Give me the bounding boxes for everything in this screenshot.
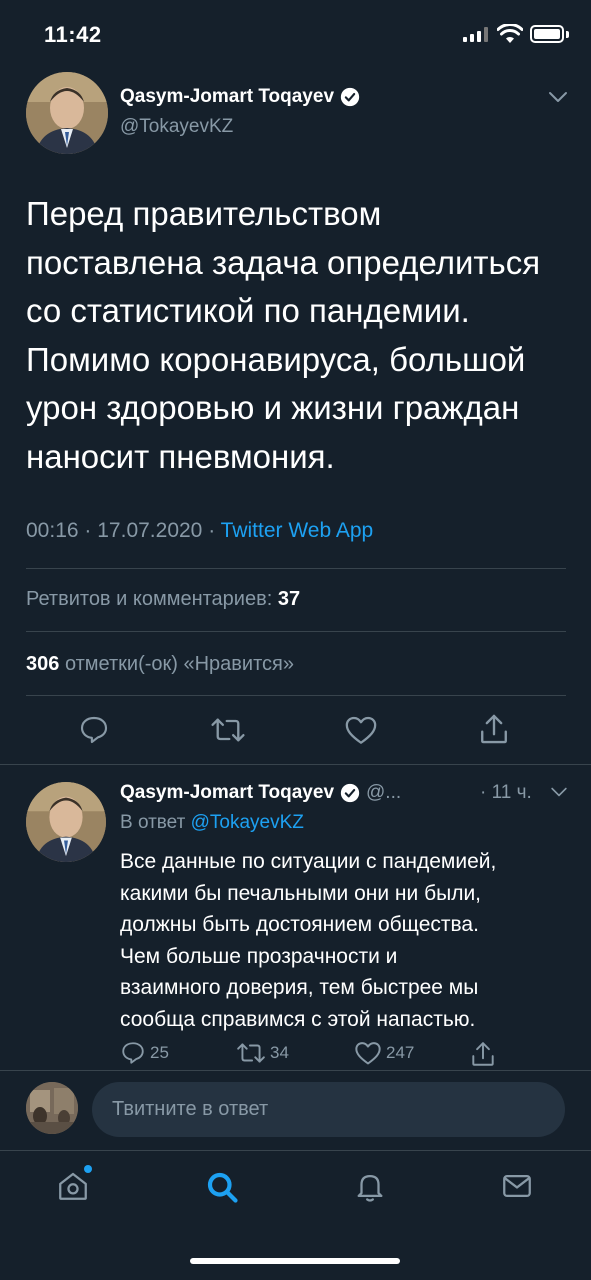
battery-icon (530, 25, 564, 43)
reply-to-label: В ответ (120, 812, 186, 833)
reply-time-ago: · 11 ч. (480, 782, 532, 803)
chevron-down-icon[interactable] (550, 786, 568, 798)
current-user-avatar[interactable] (26, 1082, 78, 1134)
tweet-time: 00:16 (26, 519, 79, 542)
reply-replies-count: 25 (150, 1043, 169, 1062)
divider (0, 1070, 591, 1071)
tweet-source-link[interactable]: Twitter Web App (221, 519, 374, 542)
retweet-icon (237, 1043, 265, 1063)
verified-icon (340, 783, 360, 803)
messages-icon[interactable] (500, 1169, 534, 1203)
reply-to-handle-link[interactable]: @TokayevKZ (191, 812, 304, 833)
tweet-meta: 00:16 · 17.07.2020 · Twitter Web App (26, 519, 373, 543)
author-name-row[interactable]: Qasym-Jomart Toqayev (120, 86, 360, 108)
chevron-down-icon[interactable] (548, 90, 568, 104)
share-icon[interactable] (478, 712, 510, 746)
reply-icon[interactable] (78, 714, 110, 746)
author-name[interactable]: Qasym-Jomart Toqayev (120, 86, 334, 108)
retweets-count: 37 (277, 588, 301, 610)
reply-author-handle[interactable]: @... (366, 782, 401, 804)
reply-likes-count: 247 (386, 1043, 415, 1062)
reply-retweets-count: 34 (270, 1043, 289, 1062)
divider (26, 695, 566, 696)
reply-author-row[interactable]: Qasym-Jomart Toqayev @... (120, 782, 401, 804)
verified-icon (340, 87, 360, 107)
notifications-icon[interactable] (353, 1169, 387, 1203)
status-bar: 11:42 (0, 0, 591, 70)
search-icon[interactable] (204, 1169, 240, 1205)
reply-share-action[interactable] (470, 1040, 496, 1068)
retweet-icon[interactable] (210, 714, 246, 746)
retweets-label: Ретвитов и комментариев: (26, 588, 273, 610)
tweet-text: Перед правительством поставлена задача о… (26, 195, 541, 475)
reply-author-avatar[interactable] (26, 782, 106, 862)
status-time: 11:42 (44, 22, 102, 47)
battery-tip (566, 31, 569, 38)
reply-icon (122, 1042, 144, 1064)
home-indicator (190, 1258, 400, 1264)
tweet-date: 17.07.2020 (97, 519, 203, 542)
divider (26, 568, 566, 569)
home-icon[interactable] (56, 1169, 90, 1203)
reply-composer-input[interactable]: Твитните в ответ (92, 1082, 565, 1137)
retweets-stat[interactable]: Ретвитов и комментариев: 37 (26, 588, 300, 611)
author-handle[interactable]: @TokayevKZ (120, 116, 233, 138)
like-icon[interactable] (344, 714, 378, 746)
wifi-icon (497, 24, 523, 43)
likes-label: отметки(-ок) «Нравится» (64, 653, 294, 675)
reply-author-name[interactable]: Qasym-Jomart Toqayev (120, 782, 334, 804)
reply-like-action[interactable]: 247 (354, 1040, 414, 1066)
reply-to-line: В ответ @TokayevKZ (120, 812, 304, 834)
divider (26, 631, 566, 632)
share-icon (472, 1042, 494, 1066)
composer-placeholder: Твитните в ответ (112, 1098, 269, 1120)
reply-text: Все данные по ситуации с пандемией, каки… (120, 850, 497, 1031)
like-icon (355, 1042, 381, 1065)
author-avatar[interactable] (26, 72, 108, 154)
cellular-signal-icon (463, 26, 488, 42)
reply-reply-action[interactable]: 25 (120, 1040, 169, 1066)
divider (0, 764, 591, 765)
reply-retweet-action[interactable]: 34 (236, 1040, 289, 1066)
new-content-dot (84, 1165, 92, 1173)
meta-separator: · (84, 519, 92, 542)
likes-count: 306 (26, 653, 60, 675)
likes-stat[interactable]: 306 отметки(-ок) «Нравится» (26, 653, 294, 676)
meta-separator: · (208, 519, 216, 542)
